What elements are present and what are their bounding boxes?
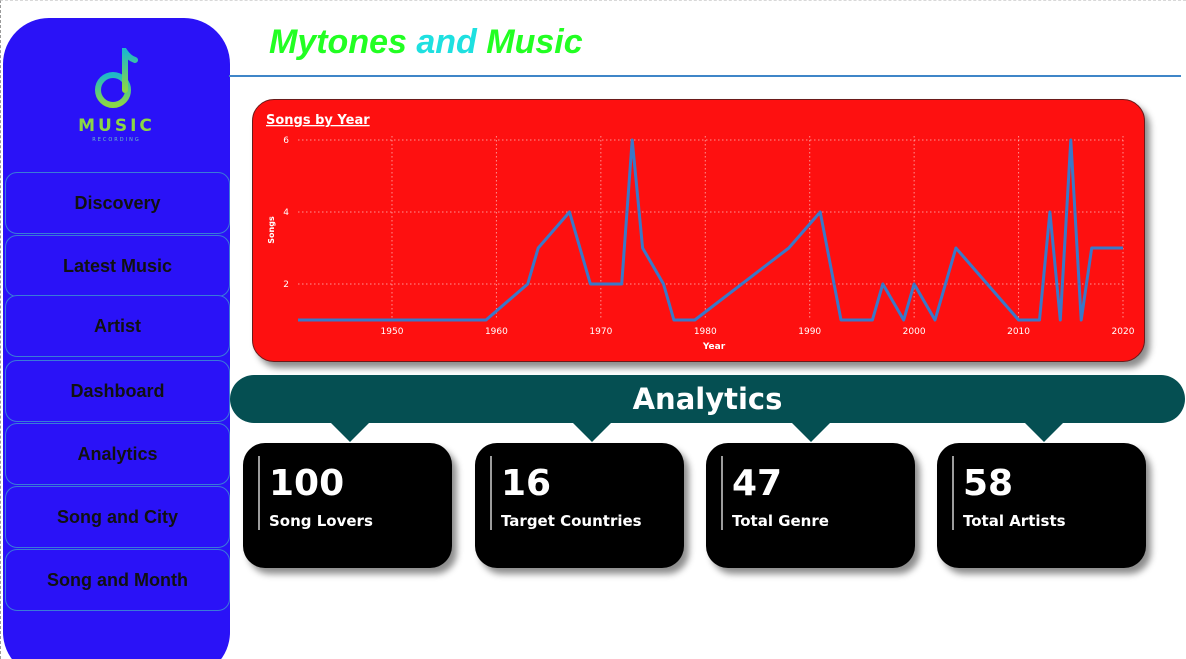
kpi-label: Total Genre <box>732 512 829 530</box>
kpi-value: 100 <box>269 463 345 504</box>
songs-series-line <box>298 138 1123 322</box>
y-tick-label: 2 <box>283 280 289 290</box>
kpi-label: Target Countries <box>501 512 642 530</box>
y-tick-label: 4 <box>283 208 289 218</box>
x-tick-label: 1990 <box>798 327 821 337</box>
kpi-value: 47 <box>732 463 783 504</box>
page-title: Mytones and Music <box>269 23 583 62</box>
nav-song-and-city-button[interactable]: Song and City <box>5 486 230 548</box>
banner-pointer <box>791 422 831 442</box>
kpi-accent-bar <box>721 456 723 530</box>
kpi-card-target-countries: 16 Target Countries <box>475 443 684 568</box>
nav-discovery-button[interactable]: Discovery <box>5 172 230 234</box>
sidebar: MUSIC RECORDING Discovery Latest Music A… <box>3 18 230 659</box>
nav-song-and-month-button[interactable]: Song and Month <box>5 549 230 611</box>
kpi-accent-bar <box>490 456 492 530</box>
title-divider <box>229 75 1181 77</box>
kpi-card-total-genre: 47 Total Genre <box>706 443 915 568</box>
kpi-accent-bar <box>258 456 260 530</box>
line-chart-svg: Songs by Year Songs Year 1950 1960 1970 198… <box>266 113 1135 352</box>
logo-text: MUSIC <box>78 116 155 136</box>
banner-pointer <box>330 422 370 442</box>
title-part-mytones: Mytones <box>269 23 417 61</box>
logo-subtext: RECORDING <box>92 137 141 143</box>
kpi-card-song-lovers: 100 Song Lovers <box>243 443 452 568</box>
x-axis-label: Year <box>702 342 726 352</box>
analytics-banner-text: Analytics <box>632 382 783 416</box>
banner-pointer <box>572 422 612 442</box>
x-tick-label: 2020 <box>1112 327 1135 337</box>
kpi-value: 16 <box>501 463 552 504</box>
x-tick-label: 1950 <box>381 327 404 337</box>
title-part-and: and <box>416 23 477 61</box>
kpi-card-total-artists: 58 Total Artists <box>937 443 1146 568</box>
songs-by-year-chart[interactable]: Songs by Year Songs Year 1950 1960 1970 198… <box>252 99 1145 362</box>
x-tick-label: 1970 <box>589 327 612 337</box>
nav-artist-button[interactable]: Artist <box>5 295 230 357</box>
kpi-label: Total Artists <box>963 512 1066 530</box>
nav-analytics-button[interactable]: Analytics <box>5 423 230 485</box>
kpi-label: Song Lovers <box>269 512 373 530</box>
y-tick-label: 6 <box>283 136 289 146</box>
chart-title: Songs by Year <box>266 113 370 128</box>
x-tick-label: 2000 <box>903 327 926 337</box>
nav-latest-music-button[interactable]: Latest Music <box>5 235 230 297</box>
music-logo: MUSIC RECORDING <box>3 48 230 158</box>
music-note-icon <box>94 48 138 108</box>
title-part-music: Music <box>476 23 583 61</box>
analytics-banner: Analytics <box>230 375 1185 423</box>
report-page: MUSIC RECORDING Discovery Latest Music A… <box>0 0 1186 659</box>
banner-pointer <box>1024 422 1064 442</box>
nav-dashboard-button[interactable]: Dashboard <box>5 360 230 422</box>
x-tick-label: 1960 <box>485 327 508 337</box>
x-tick-label: 2010 <box>1007 327 1030 337</box>
kpi-value: 58 <box>963 463 1014 504</box>
y-axis-label: Songs <box>267 216 276 244</box>
kpi-accent-bar <box>952 456 954 530</box>
x-tick-label: 1980 <box>694 327 717 337</box>
